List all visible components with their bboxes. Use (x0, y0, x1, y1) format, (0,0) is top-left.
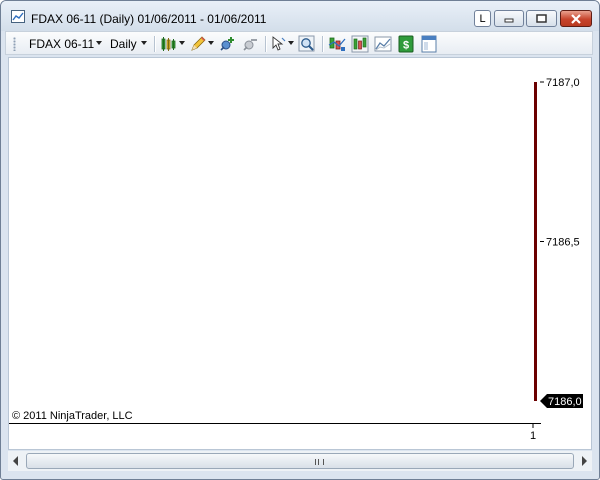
y-tick-label: 7186,5 (546, 237, 580, 249)
indicators-icon[interactable] (328, 35, 346, 53)
drawing-tools-dropdown-icon[interactable] (208, 41, 214, 45)
zoom-icon[interactable] (298, 35, 316, 53)
close-button[interactable] (560, 10, 592, 27)
chart-window: FDAX 06-11 (Daily) 01/06/2011 - 01/06/20… (0, 0, 600, 480)
toolbar-separator (154, 36, 156, 52)
instrument-selector[interactable]: FDAX 06-11 (29, 37, 94, 51)
chart-app-icon (11, 10, 25, 23)
interval-dropdown-icon[interactable] (141, 41, 147, 45)
copyright-text: © 2011 NinjaTrader, LLC (12, 410, 133, 422)
remove-indicator-icon[interactable] (241, 35, 259, 53)
close-icon (571, 14, 581, 24)
price-chart[interactable]: 7187,0 7186,5 7186,0 1 (9, 58, 591, 449)
svg-text:$: $ (403, 40, 409, 52)
scrollbar-thumb[interactable] (26, 453, 574, 469)
chart-style-icon[interactable] (374, 35, 392, 53)
instrument-dropdown-icon[interactable] (96, 41, 102, 45)
chart-toolbar: FDAX 06-11 Daily $ (5, 31, 593, 55)
x-tick-label: 1 (530, 430, 536, 442)
bar-type-icon[interactable] (160, 35, 178, 53)
properties-icon[interactable] (420, 35, 438, 53)
scroll-left-icon[interactable] (13, 456, 18, 466)
current-price-label: 7186,0 (548, 396, 582, 408)
scrollbar-grip-icon (315, 459, 324, 465)
drawing-tools-icon[interactable] (189, 35, 207, 53)
toolbar-grip[interactable] (13, 37, 16, 51)
horizontal-scrollbar[interactable] (8, 451, 592, 471)
dollar-icon[interactable]: $ (397, 35, 415, 53)
scroll-right-icon[interactable] (582, 456, 587, 466)
pointer-tool-icon[interactable] (270, 35, 288, 53)
pointer-tool-dropdown-icon[interactable] (288, 41, 294, 45)
add-indicator-icon[interactable] (218, 35, 236, 53)
bar-type-dropdown-icon[interactable] (179, 41, 185, 45)
maximize-icon (536, 14, 547, 23)
toolbar-separator (322, 36, 324, 52)
chart-panel[interactable]: 7187,0 7186,5 7186,0 1 © 2011 NinjaTrader, … (8, 57, 592, 450)
strategies-icon[interactable] (351, 35, 369, 53)
window-title: FDAX 06-11 (Daily) 01/06/2011 - 01/06/20… (31, 12, 267, 26)
toolbar-separator (265, 36, 267, 52)
title-bar[interactable]: FDAX 06-11 (Daily) 01/06/2011 - 01/06/20… (1, 1, 599, 31)
price-bar (534, 82, 537, 401)
minimize-icon (504, 18, 514, 23)
minimize-button[interactable] (494, 10, 524, 27)
maximize-button[interactable] (526, 10, 557, 27)
time-axis-line (9, 423, 541, 424)
y-tick-label: 7187,0 (546, 77, 580, 89)
interval-selector[interactable]: Daily (110, 37, 137, 51)
link-button[interactable]: L (474, 10, 491, 27)
